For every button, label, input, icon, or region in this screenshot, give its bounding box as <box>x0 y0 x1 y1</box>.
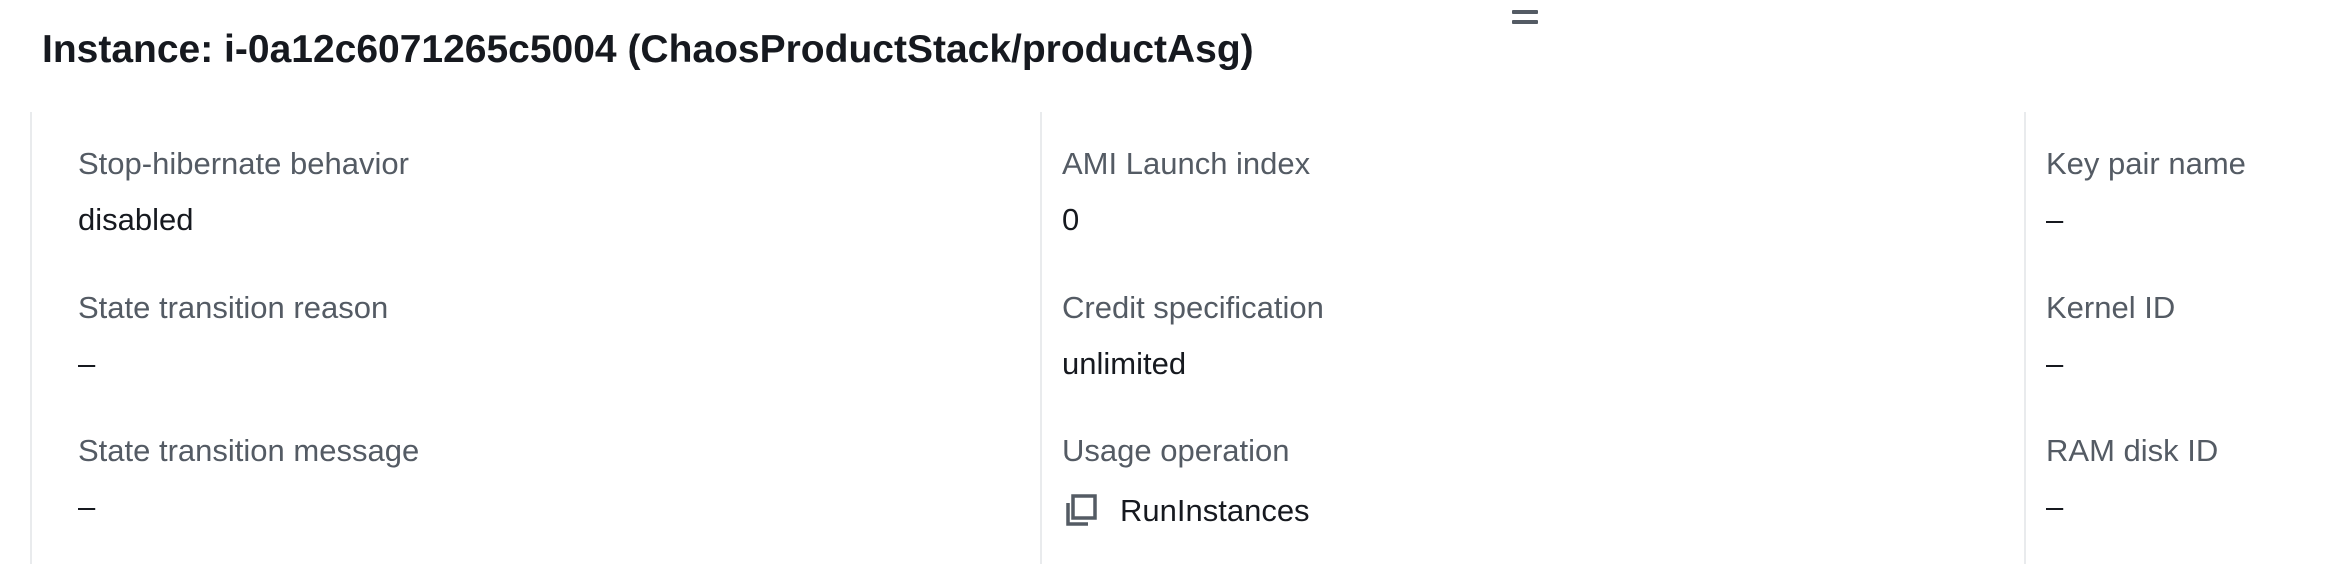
field-value: – <box>2046 489 2064 524</box>
field-value: – <box>2046 202 2064 237</box>
field-label: Kernel ID <box>2046 290 2176 325</box>
field-value: RunInstances <box>1120 493 1310 528</box>
copy-icon[interactable] <box>1062 493 1098 529</box>
field-label: RAM disk ID <box>2046 433 2219 468</box>
field-stop-hibernate-behavior: Stop-hibernate behavior disabled <box>78 146 409 238</box>
field-kernel-id: Kernel ID – <box>2046 290 2175 382</box>
field-label: AMI Launch index <box>1062 146 1311 181</box>
usage-operation-value-row: RunInstances <box>1062 493 1310 529</box>
instance-details-page: Instance: i-0a12c6071265c5004 (ChaosProd… <box>0 0 2330 564</box>
field-label: Stop-hibernate behavior <box>78 146 409 181</box>
column-divider <box>2024 112 2026 564</box>
field-label: Credit specification <box>1062 290 1324 325</box>
field-value: disabled <box>78 202 194 237</box>
field-label: Key pair name <box>2046 146 2246 181</box>
field-usage-operation: Usage operation RunInstances <box>1062 433 1310 529</box>
drag-handle-icon <box>1512 10 1538 14</box>
field-state-transition-reason: State transition reason – <box>78 290 388 382</box>
field-state-transition-message: State transition message – <box>78 433 419 525</box>
field-ami-launch-index: AMI Launch index 0 <box>1062 146 1310 238</box>
panel-resize-handle[interactable] <box>1510 8 1540 28</box>
field-value: – <box>2046 346 2064 381</box>
field-label: State transition reason <box>78 290 389 325</box>
field-label: Usage operation <box>1062 433 1290 468</box>
drag-handle-icon-line <box>1512 20 1538 24</box>
page-title: Instance: i-0a12c6071265c5004 (ChaosProd… <box>42 28 1254 71</box>
field-value: unlimited <box>1062 346 1187 381</box>
field-credit-specification: Credit specification unlimited <box>1062 290 1324 382</box>
field-value: – <box>78 346 96 381</box>
field-value: – <box>78 489 96 524</box>
column-divider <box>1040 112 1042 564</box>
field-value: 0 <box>1062 202 1080 237</box>
field-label: State transition message <box>78 433 420 468</box>
field-ram-disk-id: RAM disk ID – <box>2046 433 2218 525</box>
field-key-pair-name: Key pair name – <box>2046 146 2246 238</box>
